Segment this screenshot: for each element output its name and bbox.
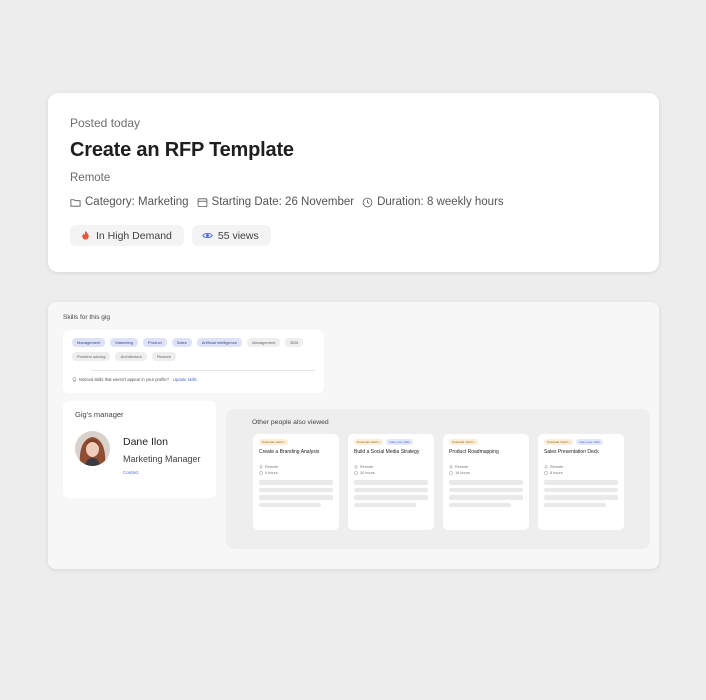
skills-heading: Skills for this gig: [63, 314, 110, 321]
skeleton-line: [354, 495, 428, 500]
clock-icon: [544, 471, 548, 475]
clock-icon: [259, 471, 263, 475]
skill-tag[interactable]: B2B: [285, 338, 304, 347]
skills-note: Noticed skills that weren't appear in yo…: [72, 377, 197, 382]
skeleton-line: [354, 480, 428, 485]
views-pill: 55 views: [191, 225, 271, 246]
related-gig-card[interactable]: Potential match › Create a Branding Anal…: [253, 434, 339, 530]
skill-tag[interactable]: Problem solving: [72, 352, 111, 361]
skeleton-line: [544, 495, 618, 500]
location-pin-icon: [544, 465, 548, 469]
category-label: Category: Marketing: [85, 196, 189, 208]
lightbulb-icon: [72, 377, 77, 382]
related-gig-location: Remote: [544, 465, 618, 469]
eye-icon: [202, 232, 213, 239]
update-skills-link[interactable]: Update skills: [173, 377, 197, 382]
skeleton-line: [449, 502, 512, 507]
related-gigs: Other people also viewed Potential match…: [226, 409, 650, 549]
manager-heading: Gig's manager: [75, 410, 124, 419]
potential-match-badge: Potential match ›: [449, 439, 479, 445]
gig-meta-row: Category: Marketing Starting Date: 26 No…: [70, 196, 637, 208]
related-gig-location: Remote: [354, 465, 428, 469]
skill-tag[interactable]: Management: [72, 338, 106, 347]
clock-icon: [449, 471, 453, 475]
gig-card: Posted today Create an RFP Template Remo…: [48, 93, 659, 272]
skills-box: Management Marketing Product Sales Artif…: [63, 330, 324, 393]
skeleton-line: [259, 495, 333, 500]
posted-date: Posted today: [70, 116, 141, 130]
location-pin-icon: [354, 465, 358, 469]
manager-role: Marketing Manager: [123, 454, 201, 464]
related-gig-card[interactable]: Potential match › Product Roadmapping Re…: [443, 434, 529, 530]
related-gigs-heading: Other people also viewed: [252, 419, 329, 426]
avatar-image: [75, 431, 110, 466]
duration-meta: Duration: 8 weekly hours: [362, 196, 504, 208]
start-date-meta: Starting Date: 26 November: [197, 196, 355, 208]
skeleton-line: [544, 487, 618, 492]
related-gig-duration: 20 hours: [354, 471, 428, 475]
skeleton-line: [354, 487, 428, 492]
skeleton-line: [544, 480, 618, 485]
potential-match-badge: Potential match ›: [354, 439, 384, 445]
location-pin-icon: [259, 465, 263, 469]
skill-tags: Management Marketing Product Sales Artif…: [72, 338, 307, 361]
demand-pill: In High Demand: [70, 225, 184, 246]
manager-card: Gig's manager Dane Ilon Marketing Manage…: [63, 401, 216, 498]
flame-icon: [82, 230, 89, 240]
skeleton-line: [259, 487, 333, 492]
skeleton-line: [259, 502, 322, 507]
location-pin-icon: [449, 465, 453, 469]
skills-note-text: Noticed skills that weren't appear in yo…: [79, 377, 169, 382]
new-skills-badge: Gain new skills: [576, 439, 603, 445]
related-gig-title: Build a Social Media Strategy: [354, 449, 420, 455]
skill-tag[interactable]: Sales: [171, 338, 192, 347]
gig-title: Create an RFP Template: [70, 139, 294, 161]
category-meta: Category: Marketing: [70, 196, 189, 208]
divider: [91, 370, 315, 371]
new-skills-badge: Gain new skills: [386, 439, 413, 445]
related-gig-duration: 8 hours: [544, 471, 618, 475]
related-gig-location: Remote: [449, 465, 523, 469]
clock-icon: [362, 197, 373, 207]
related-gig-title: Sales Presentation Deck: [544, 449, 599, 455]
folder-icon: [70, 198, 81, 207]
manager-name: Dane Ilon: [123, 436, 168, 448]
views-label: 55 views: [217, 229, 259, 242]
skeleton-line: [449, 480, 523, 485]
related-gig-title: Product Roadmapping: [449, 449, 499, 455]
related-gig-title: Create a Branding Analysis: [259, 449, 320, 455]
gig-details-panel: Skills for this gig Management Marketing…: [48, 302, 659, 569]
calendar-icon: [197, 197, 207, 207]
clock-icon: [354, 471, 358, 475]
duration-label: Duration: 8 weekly hours: [377, 196, 504, 208]
skill-tag[interactable]: Artificial Intelligence: [196, 338, 243, 347]
related-gig-card[interactable]: Potential match › Gain new skills Build …: [348, 434, 434, 530]
skeleton-line: [259, 480, 333, 485]
skeleton-line: [354, 502, 417, 507]
related-gig-location: Remote: [259, 465, 333, 469]
potential-match-badge: Potential match ›: [259, 439, 289, 445]
gig-location: Remote: [70, 172, 111, 184]
related-gig-duration: 16 hours: [449, 471, 523, 475]
skeleton-line: [449, 487, 523, 492]
related-gig-card[interactable]: Potential match › Gain new skills Sales …: [538, 434, 624, 530]
skeleton-line: [544, 502, 607, 507]
potential-match-badge: Potential match ›: [544, 439, 574, 445]
demand-label: In High Demand: [96, 229, 172, 242]
skill-tag[interactable]: Product: [142, 338, 167, 347]
skill-tag[interactable]: Management: [247, 338, 281, 347]
gig-stats-row: In High Demand 55 views: [70, 225, 637, 246]
contact-link[interactable]: Contact: [123, 470, 139, 475]
start-date-label: Starting Date: 26 November: [211, 196, 355, 208]
skeleton-line: [449, 495, 523, 500]
skill-tag[interactable]: Finance: [151, 352, 177, 361]
avatar: [75, 431, 110, 466]
skill-tag[interactable]: Marketing: [110, 338, 138, 347]
related-gig-duration: 4 hours: [259, 471, 333, 475]
skill-tag[interactable]: Architecture: [115, 352, 147, 361]
